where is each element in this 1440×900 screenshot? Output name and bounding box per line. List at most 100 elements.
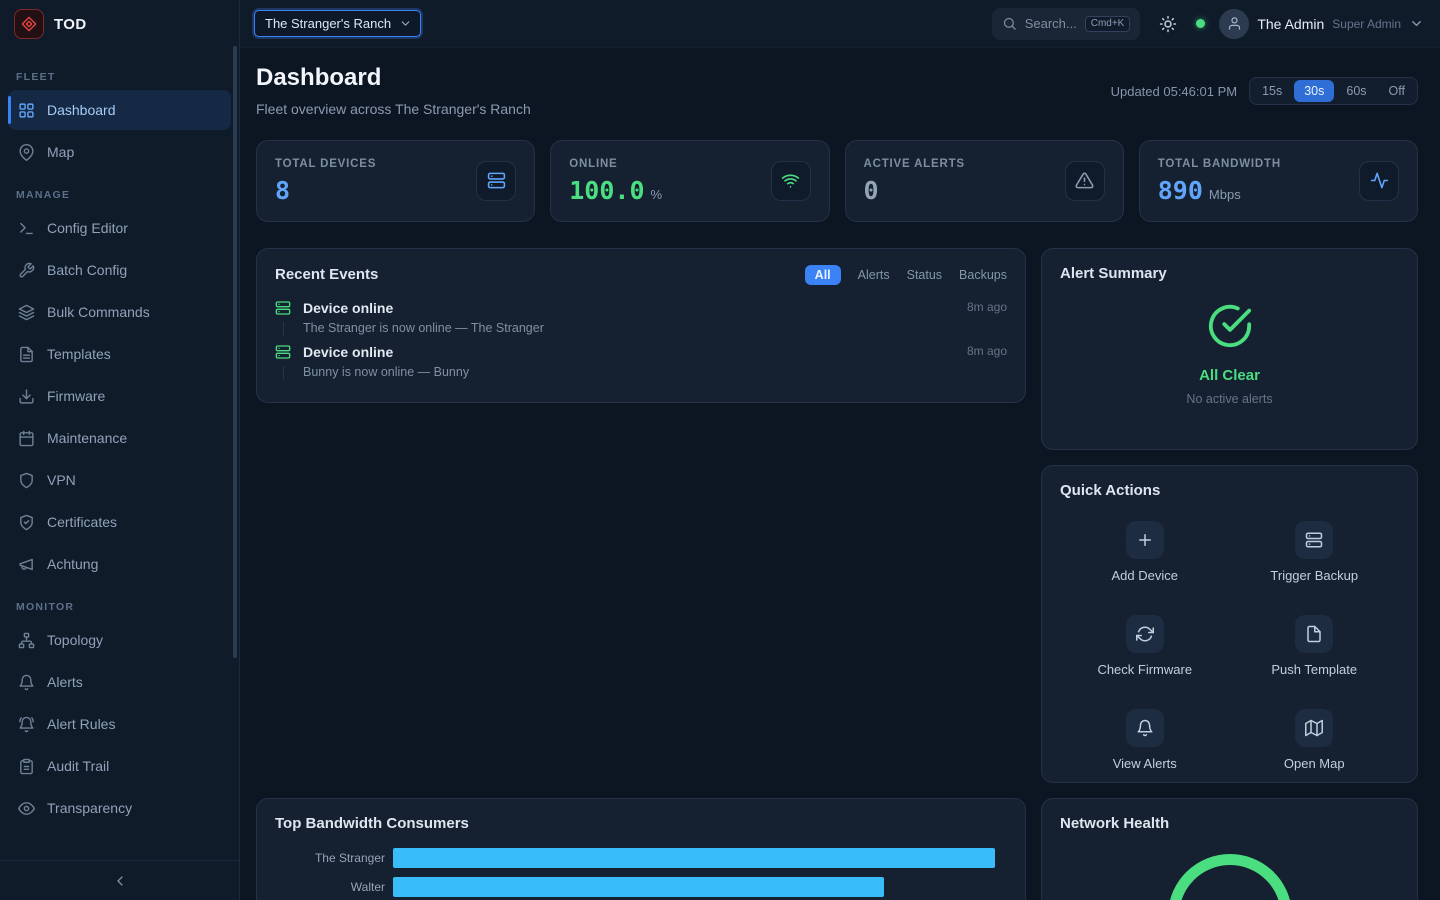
stat-text: TOTAL BANDWIDTH890Mbps <box>1158 158 1281 203</box>
sidebar-section-manage: MANAGE <box>16 189 223 201</box>
user-name: The Admin <box>1257 16 1324 32</box>
event-description: The Stranger is now online — The Strange… <box>303 321 955 335</box>
event-title: Device online <box>303 344 955 360</box>
network-health-title: Network Health <box>1060 815 1399 832</box>
check-circle-icon <box>1207 303 1253 354</box>
sidebar-item-label: Achtung <box>47 556 98 572</box>
events-filter-backups[interactable]: Backups <box>959 268 1007 282</box>
bandwidth-bar <box>393 877 884 897</box>
sidebar-nav: FLEETDashboardMapMANAGEConfig EditorBatc… <box>0 48 239 860</box>
server-icon <box>1305 531 1323 549</box>
quick-action-icon-box <box>1295 709 1333 747</box>
sidebar-item-maintenance[interactable]: Maintenance <box>8 418 231 458</box>
sidebar-item-templates[interactable]: Templates <box>8 334 231 374</box>
bandwidth-panel: Top Bandwidth Consumers The StrangerWalt… <box>256 798 1026 900</box>
sidebar-item-alerts[interactable]: Alerts <box>8 662 231 702</box>
event-icon-column <box>275 344 291 380</box>
stat-card-active-alerts: ACTIVE ALERTS 0 <box>845 140 1124 222</box>
theme-toggle-button[interactable] <box>1154 10 1182 38</box>
events-filter-alerts[interactable]: Alerts <box>858 268 890 282</box>
sidebar-scrollbar-thumb[interactable] <box>233 46 237 658</box>
server-icon <box>275 344 291 360</box>
refresh-option-60s[interactable]: 60s <box>1336 80 1376 102</box>
file-icon <box>1305 625 1323 643</box>
events-filter-all[interactable]: All <box>805 265 841 285</box>
search-shortcut-badge: Cmd+K <box>1085 16 1131 32</box>
network-health-panel: Network Health <box>1041 798 1418 900</box>
quick-action-trigger-backup[interactable]: Trigger Backup <box>1230 515 1400 589</box>
last-updated-text: Updated 05:46:01 PM <box>1111 84 1237 99</box>
quick-action-open-map[interactable]: Open Map <box>1230 703 1400 777</box>
sidebar-item-map[interactable]: Map <box>8 132 231 172</box>
quick-action-add-device[interactable]: Add Device <box>1060 515 1230 589</box>
sidebar-item-vpn[interactable]: VPN <box>8 460 231 500</box>
page-header: Dashboard Fleet overview across The Stra… <box>256 64 1418 117</box>
alert-triangle-icon <box>1075 171 1094 190</box>
sidebar-item-label: Batch Config <box>47 262 127 278</box>
sidebar-collapse-button[interactable] <box>0 860 239 900</box>
events-filter-status[interactable]: Status <box>907 268 942 282</box>
page-subtitle: Fleet overview across The Stranger's Ran… <box>256 101 531 117</box>
refresh-option-15s[interactable]: 15s <box>1252 80 1292 102</box>
user-menu[interactable]: The Admin Super Admin <box>1219 9 1424 39</box>
stat-unit: Mbps <box>1209 187 1241 202</box>
sidebar-item-dashboard[interactable]: Dashboard <box>8 90 231 130</box>
quick-action-icon-box <box>1126 615 1164 653</box>
main-content: Dashboard Fleet overview across The Stra… <box>240 48 1440 900</box>
recent-events-header: Recent Events AllAlertsStatusBackups <box>275 265 1007 285</box>
timeline-connector <box>283 366 284 380</box>
user-icon <box>1227 16 1242 31</box>
sidebar-item-audit-trail[interactable]: Audit Trail <box>8 746 231 786</box>
search-input[interactable]: Search... Cmd+K <box>992 8 1141 40</box>
content-column: The Stranger's Ranch Search... Cmd+K The… <box>240 0 1440 900</box>
refresh-option-30s[interactable]: 30s <box>1294 80 1334 102</box>
event-row: Device online Bunny is now online — Bunny… <box>275 342 1007 386</box>
calendar-icon <box>18 430 35 447</box>
sidebar-item-config-editor[interactable]: Config Editor <box>8 208 231 248</box>
quick-action-push-template[interactable]: Push Template <box>1230 609 1400 683</box>
bell-icon <box>18 674 35 691</box>
network-health-gauge <box>1168 854 1292 900</box>
sidebar: TOD FLEETDashboardMapMANAGEConfig Editor… <box>0 0 240 900</box>
eye-icon <box>18 800 35 817</box>
stat-unit: % <box>651 187 663 202</box>
alert-status-text: All Clear <box>1199 367 1260 384</box>
activity-icon <box>1370 171 1389 190</box>
sidebar-item-label: VPN <box>47 472 76 488</box>
quick-action-check-firmware[interactable]: Check Firmware <box>1060 609 1230 683</box>
sidebar-item-alert-rules[interactable]: Alert Rules <box>8 704 231 744</box>
sidebar-item-bulk-commands[interactable]: Bulk Commands <box>8 292 231 332</box>
quick-action-label: Check Firmware <box>1097 662 1192 677</box>
sidebar-item-certificates[interactable]: Certificates <box>8 502 231 542</box>
sidebar-item-batch-config[interactable]: Batch Config <box>8 250 231 290</box>
logo-text: TOD <box>54 16 87 33</box>
bell-icon <box>1136 719 1154 737</box>
sidebar-item-label: Templates <box>47 346 111 362</box>
org-selector[interactable]: The Stranger's Ranch <box>254 10 421 37</box>
sidebar-item-achtung[interactable]: Achtung <box>8 544 231 584</box>
right-column: Alert Summary All Clear No active alerts… <box>1041 248 1418 783</box>
alert-summary-panel: Alert Summary All Clear No active alerts <box>1041 248 1418 450</box>
bell-ring-icon <box>18 716 35 733</box>
stat-value: 0 <box>864 178 879 203</box>
event-row: Device onlineThe Stranger is now online … <box>275 298 1007 342</box>
event-body: Device online Bunny is now online — Bunny <box>303 344 955 380</box>
header-controls: Updated 05:46:01 PM 15s30s60sOff <box>1111 77 1418 105</box>
sidebar-item-label: Certificates <box>47 514 117 530</box>
refresh-interval-control: 15s30s60sOff <box>1249 77 1418 105</box>
megaphone-icon <box>18 556 35 573</box>
sidebar-item-label: Maintenance <box>47 430 127 446</box>
event-description: Bunny is now online — Bunny <box>303 365 955 379</box>
quick-action-view-alerts[interactable]: View Alerts <box>1060 703 1230 777</box>
sidebar-item-topology[interactable]: Topology <box>8 620 231 660</box>
quick-action-icon-box <box>1295 521 1333 559</box>
refresh-option-off[interactable]: Off <box>1379 80 1415 102</box>
quick-actions-panel: Quick Actions Add DeviceTrigger BackupCh… <box>1041 465 1418 783</box>
sidebar-item-transparency[interactable]: Transparency <box>8 788 231 828</box>
sidebar-item-firmware[interactable]: Firmware <box>8 376 231 416</box>
stat-label: ACTIVE ALERTS <box>864 158 965 170</box>
bandwidth-row: The Stranger <box>275 848 1007 868</box>
stat-icon-box <box>1359 161 1399 201</box>
stat-label: TOTAL DEVICES <box>275 158 376 170</box>
quick-action-label: Add Device <box>1112 568 1178 583</box>
